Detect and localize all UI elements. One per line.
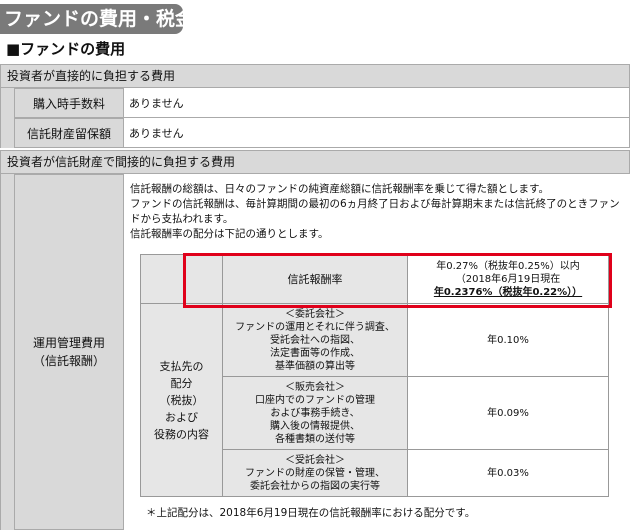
management-fee-label: 運用管理費用 （信託報酬）: [14, 174, 124, 530]
retention-fee-value: ありません: [124, 118, 630, 148]
distributor-line: 口座内でのファンドの管理: [255, 394, 375, 406]
allocation-left-label: 支払先の 配分 （税抜） および 役務の内容: [140, 303, 223, 497]
rate-line1: 年0.27%（税抜年0.25%）以内: [436, 260, 580, 272]
direct-costs-header: 投資者が直接的に負担する費用: [0, 64, 630, 88]
fee-description: 信託報酬の総額は、日々のファンドの純資産総額に信託報酬率を乗じて得た額とします。…: [130, 182, 630, 242]
trustor-company-line: 受託会社への指図、: [270, 334, 360, 346]
section-title: ■ファンドの費用: [6, 40, 126, 58]
fee-description-line: 信託報酬率の配分は下記の通りとします。: [130, 228, 329, 240]
trustee-rate: 年0.03%: [407, 449, 609, 497]
allocation-left-label-line: 支払先の: [159, 359, 204, 373]
fee-description-line: ファンドの信託報酬は、毎計算期間の最初の6ヵ月終了日および毎計算期末または信託終…: [130, 198, 620, 210]
trustee-title: ＜受託会社＞: [285, 454, 345, 466]
trustor-company-rate: 年0.10%: [407, 303, 609, 377]
allocation-left-label-line: （税抜）: [159, 393, 204, 407]
distributor-line: 購入後の情報提供、: [270, 420, 360, 432]
fee-description-line: 信託報酬の総額は、日々のファンドの純資産総額に信託報酬率を乗じて得た額とします。: [130, 183, 549, 195]
trustor-company-line: ファンドの運用とそれに伴う調査、: [235, 321, 395, 333]
fee-description-line: ドから支払われます。: [130, 213, 234, 225]
trustee-line: ファンドの財産の保管・管理、: [245, 467, 385, 479]
trustee-cell: ＜受託会社＞ ファンドの財産の保管・管理、 委託会社からの指図の実行等: [222, 449, 408, 497]
trustor-company-title: ＜委託会社＞: [285, 308, 345, 320]
fee-allocation-table: 信託報酬率 年0.27%（税抜年0.25%）以内 （2018年6月19日現在 年…: [140, 254, 609, 497]
trustor-company-line: 基準価額の算出等: [275, 360, 355, 372]
indirect-costs-header: 投資者が信託財産で間接的に負担する費用: [0, 150, 630, 174]
distributor-cell: ＜販売会社＞ 口座内でのファンドの管理 および事務手続き、 購入後の情報提供、 …: [222, 376, 408, 450]
distributor-rate: 年0.09%: [407, 376, 609, 450]
management-fee-label-line1: 運用管理費用: [32, 336, 105, 350]
indirect-side-strip: [0, 174, 14, 530]
allocation-left-label-line: 配分: [170, 376, 193, 390]
purchase-fee-value: ありません: [124, 88, 630, 118]
page-title: ファンドの費用・税金: [0, 4, 194, 34]
distributor-line: 各種書類の送付等: [275, 433, 355, 445]
allocation-note: ＊上記配分は、2018年6月19日現在の信託報酬率における配分です。: [146, 507, 476, 519]
retention-fee-label: 信託財産留保額: [14, 118, 124, 148]
trustee-line: 委託会社からの指図の実行等: [250, 480, 380, 492]
purchase-fee-label: 購入時手数料: [14, 88, 124, 118]
trustor-company-cell: ＜委託会社＞ ファンドの運用とそれに伴う調査、 受託会社への指図、 法定書面等の…: [222, 303, 408, 377]
rate-line2: （2018年6月19日現在: [455, 273, 561, 285]
trustor-company-line: 法定書面等の作成、: [270, 347, 360, 359]
rate-value-cell: 年0.27%（税抜年0.25%）以内 （2018年6月19日現在 年0.2376…: [407, 254, 609, 304]
rate-label-cell: 信託報酬率: [222, 254, 408, 304]
direct-side-strip: [0, 88, 14, 148]
table-corner-cell: [140, 254, 223, 304]
distributor-title: ＜販売会社＞: [285, 381, 345, 393]
distributor-line: および事務手続き、: [270, 407, 360, 419]
allocation-left-label-line: 役務の内容: [154, 427, 209, 441]
rate-line3: 年0.2376%（税抜年0.22%））: [433, 286, 583, 298]
allocation-left-label-line: および: [165, 410, 198, 424]
management-fee-label-line2: （信託報酬）: [32, 354, 105, 368]
